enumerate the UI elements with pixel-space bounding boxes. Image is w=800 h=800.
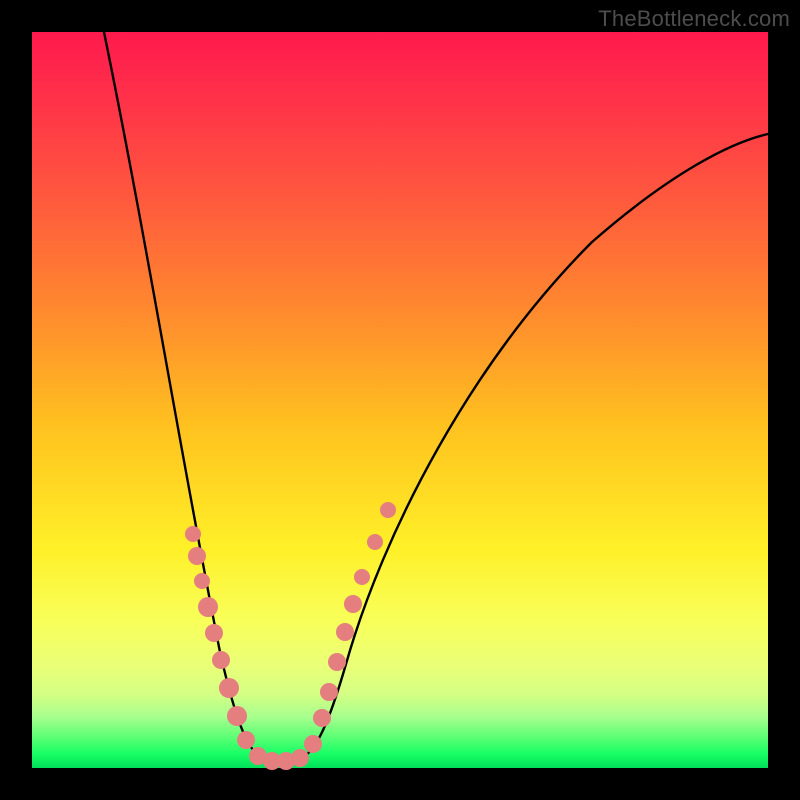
data-marker bbox=[380, 502, 396, 518]
data-marker bbox=[198, 597, 218, 617]
plot-area bbox=[32, 32, 768, 768]
data-marker bbox=[185, 526, 201, 542]
data-marker bbox=[367, 534, 383, 550]
data-marker bbox=[188, 547, 206, 565]
data-marker bbox=[344, 595, 362, 613]
bottleneck-curve bbox=[104, 32, 768, 761]
data-marker bbox=[313, 709, 331, 727]
chart-frame: TheBottleneck.com bbox=[0, 0, 800, 800]
data-marker bbox=[194, 573, 210, 589]
data-marker bbox=[205, 624, 223, 642]
data-marker bbox=[291, 749, 309, 767]
data-marker bbox=[219, 678, 239, 698]
curve-svg bbox=[32, 32, 768, 768]
data-marker bbox=[212, 651, 230, 669]
marker-layer bbox=[185, 502, 396, 770]
data-marker bbox=[320, 683, 338, 701]
data-marker bbox=[237, 731, 255, 749]
data-marker bbox=[354, 569, 370, 585]
data-marker bbox=[328, 653, 346, 671]
data-marker bbox=[304, 735, 322, 753]
watermark-text: TheBottleneck.com bbox=[598, 6, 790, 32]
data-marker bbox=[227, 706, 247, 726]
data-marker bbox=[336, 623, 354, 641]
